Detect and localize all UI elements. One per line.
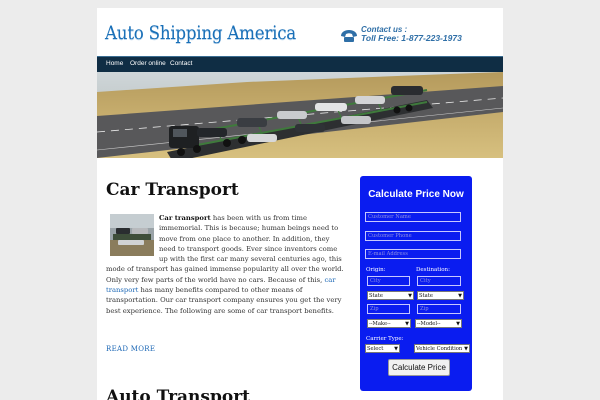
article-lead: Car transport: [159, 214, 211, 222]
page: Auto Shipping America Contact us : Toll …: [97, 8, 503, 400]
destination-label: Destination:: [416, 267, 450, 273]
chevron-down-icon: ▼: [405, 321, 409, 327]
toll-free-number[interactable]: Toll Free: 1-877-223-1973: [361, 34, 462, 43]
chevron-down-icon: ▼: [456, 321, 460, 327]
model-select[interactable]: --Model-- ▼: [415, 319, 462, 328]
site-logo[interactable]: Auto Shipping America: [105, 22, 296, 44]
destination-zip-input[interactable]: Zip: [417, 304, 461, 314]
destination-state-select[interactable]: State ▼: [417, 291, 464, 300]
chevron-down-icon: ▼: [464, 346, 468, 352]
nav-contact[interactable]: Contact: [170, 60, 192, 67]
article-text-2: has many benefits compared to other mean…: [106, 286, 342, 315]
page-title: Car Transport: [106, 180, 239, 200]
customer-name-input[interactable]: Customer Name: [365, 212, 461, 222]
destination-city-input[interactable]: City: [417, 276, 461, 286]
phone-icon: [341, 30, 357, 42]
email-input[interactable]: E-mail Address: [365, 249, 461, 259]
nav-home[interactable]: Home: [106, 60, 123, 67]
origin-state-select[interactable]: State ▼: [367, 291, 414, 300]
make-select[interactable]: --Make-- ▼: [367, 319, 411, 328]
carrier-type-select[interactable]: Select ▼: [365, 344, 400, 353]
read-more-link[interactable]: READ MORE: [106, 345, 155, 353]
carrier-type-label: Carrier Type:: [366, 336, 404, 342]
origin-city-input[interactable]: City: [367, 276, 410, 286]
main-nav: Home Order online Contact: [97, 56, 503, 72]
chevron-down-icon: ▼: [458, 293, 462, 299]
origin-label: Origin:: [366, 267, 386, 273]
nav-order-online[interactable]: Order online: [130, 60, 166, 67]
section-title: Auto Transport: [106, 387, 251, 400]
chevron-down-icon: ▼: [394, 346, 398, 352]
calculator-title: Calculate Price Now: [368, 189, 464, 200]
calculate-price-button[interactable]: Calculate Price: [388, 359, 450, 376]
site-header: Auto Shipping America Contact us : Toll …: [97, 8, 503, 56]
banner-image: [97, 72, 503, 158]
chevron-down-icon: ▼: [408, 293, 412, 299]
article-thumbnail: [110, 214, 154, 256]
vehicle-condition-select[interactable]: Vehicle Condition ▼: [414, 344, 470, 353]
article-body: Car transport has been with us from time…: [106, 213, 346, 316]
origin-zip-input[interactable]: Zip: [367, 304, 410, 314]
contact-text: Contact us : Toll Free: 1-877-223-1973: [361, 25, 462, 43]
main-content: Car Transport Car transport has been wit…: [106, 180, 346, 400]
price-calculator: Calculate Price Now Customer Name Custom…: [360, 176, 472, 391]
customer-phone-input[interactable]: Customer Phone: [365, 231, 461, 241]
